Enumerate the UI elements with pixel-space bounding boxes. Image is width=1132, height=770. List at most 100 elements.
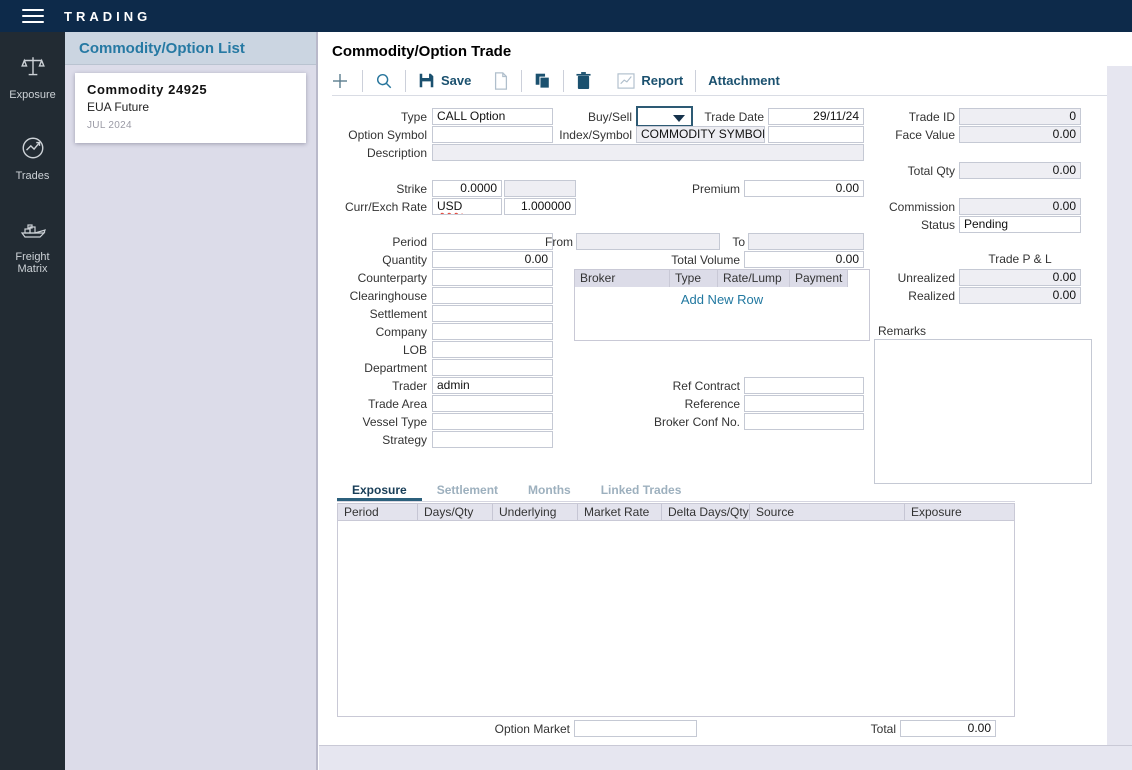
broker-conf-no-input[interactable] <box>744 413 864 430</box>
total-volume-label: Total Volume <box>650 252 740 268</box>
exposure-col-header: Days/Qty <box>418 504 493 520</box>
list-panel-header: Commodity/Option List <box>65 32 316 65</box>
app-title: TRADING <box>64 9 151 24</box>
buy-sell-label: Buy/Sell <box>560 109 632 125</box>
currency-input[interactable]: USD <box>432 198 502 215</box>
hamburger-menu-icon[interactable] <box>22 9 44 23</box>
clearinghouse-label: Clearinghouse <box>330 288 427 304</box>
tab-settlement[interactable]: Settlement <box>422 481 513 501</box>
attachment-button[interactable]: Attachment <box>708 73 780 88</box>
counterparty-input[interactable] <box>432 269 553 286</box>
sidebar-item-label: Freight Matrix <box>0 251 65 275</box>
description-label: Description <box>330 145 427 161</box>
remarks-textarea[interactable] <box>874 339 1092 484</box>
unrealized-label: Unrealized <box>870 270 955 286</box>
copy-button[interactable] <box>534 72 551 89</box>
remarks-label: Remarks <box>878 324 926 338</box>
status-input[interactable]: Pending <box>959 216 1081 233</box>
vessel-type-input[interactable] <box>432 413 553 430</box>
tab-months[interactable]: Months <box>513 481 586 501</box>
scale-icon <box>20 54 46 89</box>
clearinghouse-input[interactable] <box>432 287 553 304</box>
exposure-col-header: Underlying <box>493 504 578 520</box>
total-label: Total <box>840 721 896 737</box>
commodity-period: JUL 2024 <box>87 120 294 131</box>
add-button[interactable] <box>330 71 350 91</box>
total-volume-input[interactable]: 0.00 <box>744 251 864 268</box>
exposure-col-header: Market Rate <box>578 504 662 520</box>
option-symbol-input[interactable] <box>432 126 553 143</box>
option-symbol-label: Option Symbol <box>330 127 427 143</box>
company-input[interactable] <box>432 323 553 340</box>
blank-page-icon <box>493 72 509 90</box>
tab-linked-trades[interactable]: Linked Trades <box>586 481 697 501</box>
exch-rate-input[interactable]: 1.000000 <box>504 198 576 215</box>
delete-button[interactable] <box>576 72 591 89</box>
premium-input[interactable]: 0.00 <box>744 180 864 197</box>
face-value-field: 0.00 <box>959 126 1081 143</box>
sidebar-item-label: Exposure <box>9 89 55 101</box>
save-label: Save <box>441 73 471 88</box>
option-market-label: Option Market <box>470 721 570 737</box>
vessel-type-label: Vessel Type <box>330 414 427 430</box>
buy-sell-select[interactable] <box>636 106 693 127</box>
reference-input[interactable] <box>744 395 864 412</box>
face-value-label: Face Value <box>870 127 955 143</box>
ref-contract-label: Ref Contract <box>650 378 740 394</box>
curr-exch-rate-label: Curr/Exch Rate <box>330 199 427 215</box>
settlement-input[interactable] <box>432 305 553 322</box>
period-input[interactable] <box>432 233 553 250</box>
commodity-option-list-panel: Commodity/Option List Commodity 24925 EU… <box>65 32 318 770</box>
toolbar-divider <box>695 70 696 92</box>
report-button[interactable]: Report <box>617 73 683 89</box>
horizontal-scrollbar-track[interactable] <box>319 745 1132 770</box>
attachment-label: Attachment <box>708 73 780 88</box>
trade-date-input[interactable]: 29/11/24 <box>768 108 864 125</box>
toolbar-divider <box>563 70 564 92</box>
trader-input[interactable]: admin <box>432 377 553 394</box>
trade-id-label: Trade ID <box>870 109 955 125</box>
vertical-scrollbar-track[interactable] <box>1107 66 1132 770</box>
toolbar-divider <box>362 70 363 92</box>
company-label: Company <box>330 324 427 340</box>
department-input[interactable] <box>432 359 553 376</box>
quantity-input[interactable]: 0.00 <box>432 251 553 268</box>
add-new-row-link[interactable]: Add New Row <box>575 292 869 307</box>
toolbar: Save Report Attachment <box>330 66 780 95</box>
ref-contract-input[interactable] <box>744 377 864 394</box>
option-market-input[interactable] <box>574 720 697 737</box>
trade-area-label: Trade Area <box>330 396 427 412</box>
from-label: From <box>537 234 573 250</box>
strike-label: Strike <box>330 181 427 197</box>
status-label: Status <box>870 217 955 233</box>
lob-input[interactable] <box>432 341 553 358</box>
sidebar-item-label: Trades <box>16 170 50 182</box>
tab-exposure[interactable]: Exposure <box>337 481 422 501</box>
total-qty-field: 0.00 <box>959 162 1081 179</box>
search-button[interactable] <box>375 72 393 90</box>
toolbar-divider-line <box>332 95 1107 96</box>
commission-label: Commission <box>870 199 955 215</box>
trash-icon <box>576 72 591 89</box>
sidebar-item-freight-matrix[interactable]: Freight Matrix <box>0 216 65 275</box>
symbol-code-input[interactable] <box>768 126 864 143</box>
broker-table-header: Broker Type Rate/Lump Payment <box>575 270 869 287</box>
save-button[interactable]: Save <box>418 72 471 89</box>
commodity-list-item[interactable]: Commodity 24925 EUA Future JUL 2024 <box>75 73 306 143</box>
new-document-button[interactable] <box>493 72 509 90</box>
quantity-label: Quantity <box>330 252 427 268</box>
trade-area-input[interactable] <box>432 395 553 412</box>
index-symbol-field: COMMODITY SYMBOL <box>636 126 765 143</box>
type-input[interactable]: CALL Option <box>432 108 553 125</box>
sidebar-item-exposure[interactable]: Exposure <box>0 54 65 101</box>
department-label: Department <box>330 360 427 376</box>
reference-label: Reference <box>650 396 740 412</box>
sidebar-item-trades[interactable]: Trades <box>0 135 65 182</box>
strategy-input[interactable] <box>432 431 553 448</box>
exposure-col-header: Period <box>338 504 418 520</box>
strike-input[interactable]: 0.0000 <box>432 180 502 197</box>
lob-label: LOB <box>330 342 427 358</box>
trade-id-field: 0 <box>959 108 1081 125</box>
total-input[interactable]: 0.00 <box>900 720 996 737</box>
page-title: Commodity/Option Trade <box>332 43 511 60</box>
